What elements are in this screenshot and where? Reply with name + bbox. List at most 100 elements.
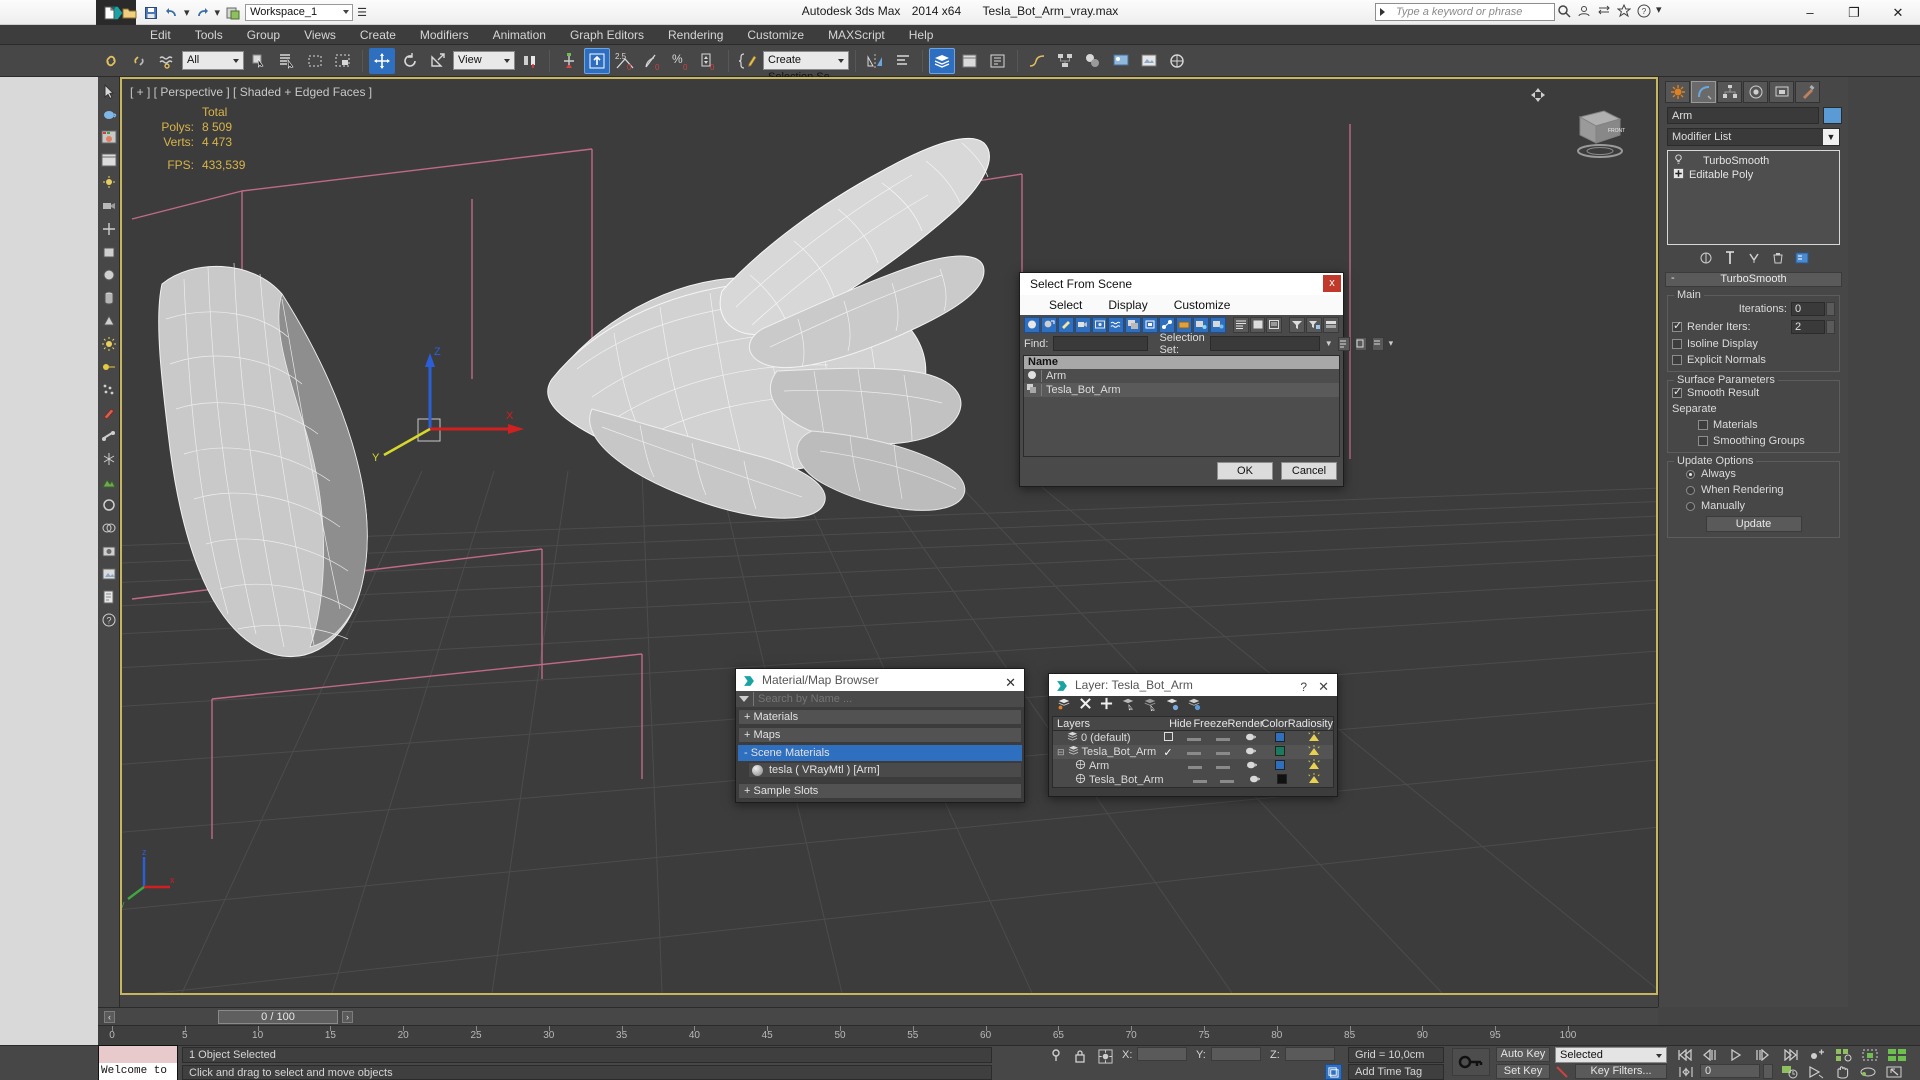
color-swatch[interactable]: [1268, 773, 1295, 787]
scene-explorer-icon[interactable]: [957, 48, 983, 74]
tab-display[interactable]: [1769, 81, 1794, 103]
list-options-icon[interactable]: [1266, 316, 1283, 333]
search-input[interactable]: Type a keyword or phrase: [1375, 3, 1555, 21]
select-highlighted-objects-icon[interactable]: [1143, 697, 1157, 714]
update-manually-radio[interactable]: [1686, 501, 1695, 511]
omni-light-icon[interactable]: [99, 334, 119, 354]
render-iters-spinner[interactable]: [1826, 320, 1835, 334]
angle-snap-icon[interactable]: 0: [640, 48, 666, 74]
update-always-radio[interactable]: [1686, 469, 1695, 479]
select-invert-icon[interactable]: [1371, 336, 1384, 351]
material-editor-icon[interactable]: [1080, 48, 1106, 74]
chevron-down-icon[interactable]: ▼: [1325, 339, 1333, 348]
time-tag-toggle-icon[interactable]: [1325, 1064, 1342, 1080]
schematic-view-icon[interactable]: [1052, 48, 1078, 74]
find-input[interactable]: [1053, 336, 1149, 351]
select-and-link-icon[interactable]: [98, 48, 124, 74]
highlight-selected-objects-icon[interactable]: [1165, 697, 1179, 714]
menu-maxscript[interactable]: MAXScript: [816, 25, 897, 45]
view-cube[interactable]: FRONT: [1562, 103, 1632, 163]
time-slider-handle[interactable]: 0 / 100: [218, 1010, 338, 1024]
display-particle-systems-icon[interactable]: [1192, 316, 1209, 333]
key-mode-combo[interactable]: Selected: [1555, 1047, 1667, 1063]
minimize-button[interactable]: –: [1788, 0, 1832, 25]
time-slider[interactable]: ‹ 0 / 100 ›: [98, 1007, 1658, 1025]
render-window-icon[interactable]: [99, 150, 119, 170]
color-swatch[interactable]: [1266, 759, 1294, 773]
menu-create[interactable]: Create: [348, 25, 408, 45]
mmb-group-scene-materials[interactable]: - Scene Materials: [738, 745, 1022, 761]
menu-select[interactable]: Select: [1036, 298, 1095, 312]
camera-tool-icon[interactable]: [99, 196, 119, 216]
cancel-button[interactable]: Cancel: [1281, 462, 1337, 480]
snaps-toggle-icon[interactable]: [584, 47, 610, 74]
radiosity-icon[interactable]: [1294, 744, 1333, 760]
angle-snap-toggle-icon[interactable]: 2.5 0: [612, 48, 638, 74]
track-bar[interactable]: 0 5 10 15 20 25 30 35 40 45 50 55 60 65 70 75 80 85 90 95 10…: [98, 1025, 1920, 1045]
rectangular-selection-region-icon[interactable]: [302, 48, 328, 74]
configure-modifier-sets-icon[interactable]: [1793, 250, 1811, 266]
menu-help[interactable]: Help: [897, 25, 946, 45]
y-field[interactable]: [1211, 1047, 1261, 1061]
table-row[interactable]: 0 (default): [1053, 730, 1333, 745]
pin-stack-icon[interactable]: [1697, 250, 1715, 266]
help-dropdown-icon[interactable]: ▾: [1656, 3, 1662, 19]
rollout-toggle[interactable]: -: [1671, 272, 1675, 285]
lock-selection-icon[interactable]: [1072, 1048, 1088, 1064]
tab-create[interactable]: [1665, 81, 1690, 103]
iterations-input[interactable]: [1791, 302, 1825, 316]
render-toggle[interactable]: [1237, 732, 1266, 745]
separate-smoothing-row[interactable]: Smoothing Groups: [1672, 435, 1835, 447]
curve-editor-icon[interactable]: [1024, 48, 1050, 74]
update-manually-row[interactable]: Manually: [1672, 500, 1835, 512]
keyboard-shortcut-override-icon[interactable]: [1048, 1048, 1064, 1064]
object-color-swatch[interactable]: [1823, 107, 1842, 124]
smooth-result-checkbox[interactable]: [1672, 385, 1682, 398]
display-frozen-icon[interactable]: [1209, 316, 1226, 333]
modifier-stack-item[interactable]: Editable Poly: [1670, 168, 1837, 182]
snapshot-icon[interactable]: [99, 541, 119, 561]
hide-toggle[interactable]: [1181, 760, 1209, 772]
go-to-end-icon[interactable]: [1780, 1047, 1800, 1063]
isoline-display-row[interactable]: Isoline Display: [1672, 338, 1835, 350]
pan-view-icon[interactable]: [1832, 1064, 1852, 1080]
unlink-selection-icon[interactable]: [126, 48, 152, 74]
helper-tool-icon[interactable]: [99, 219, 119, 239]
paint-tool-icon[interactable]: [99, 403, 119, 423]
isoline-display-checkbox[interactable]: [1672, 339, 1682, 349]
tab-hierarchy[interactable]: [1717, 81, 1742, 103]
reference-coordinate-combo[interactable]: View: [453, 51, 515, 70]
render-toggle[interactable]: [1237, 746, 1266, 759]
help-tool-icon[interactable]: ?: [99, 610, 119, 630]
select-none-icon[interactable]: [1354, 336, 1367, 351]
maximize-viewport-toggle-icon[interactable]: [1884, 1064, 1904, 1080]
key-mode-toggle-2-icon[interactable]: [1808, 1047, 1828, 1063]
teapot-icon[interactable]: [99, 104, 119, 124]
scene-object-list[interactable]: Name Arm Tesla_Bot_Arm: [1023, 355, 1340, 457]
display-helpers-icon[interactable]: [1091, 316, 1108, 333]
favorites-icon[interactable]: [1616, 3, 1632, 19]
hide-toggle[interactable]: [1180, 746, 1209, 758]
signin-icon[interactable]: [1576, 3, 1592, 19]
column-settings-icon[interactable]: [1323, 316, 1340, 333]
menu-tools[interactable]: Tools: [183, 25, 235, 45]
shapes-icon[interactable]: [99, 495, 119, 515]
layer-active-toggle[interactable]: [1156, 732, 1180, 744]
window-crossing-toggle-icon[interactable]: [330, 48, 356, 74]
add-selection-icon[interactable]: [1100, 697, 1113, 713]
tab-utilities[interactable]: [1795, 81, 1820, 103]
systems-icon[interactable]: [99, 449, 119, 469]
cylinder-primitive-icon[interactable]: [99, 288, 119, 308]
separate-materials-checkbox[interactable]: [1698, 420, 1708, 430]
more-options-icon[interactable]: ▾: [1389, 338, 1394, 349]
list-item[interactable]: Arm: [1024, 369, 1339, 383]
prev-frame-button[interactable]: ‹: [104, 1011, 115, 1023]
color-swatch[interactable]: [1266, 745, 1295, 759]
previous-frame-icon[interactable]: [1700, 1047, 1720, 1063]
select-object-icon[interactable]: [246, 48, 272, 74]
display-bones-icon[interactable]: [1159, 316, 1176, 333]
maxscript-output-line[interactable]: Welcome to M: [99, 1063, 177, 1080]
close-icon[interactable]: x: [1323, 275, 1341, 292]
next-frame-icon[interactable]: [1752, 1047, 1772, 1063]
select-layer-objects-icon[interactable]: [1121, 697, 1135, 714]
